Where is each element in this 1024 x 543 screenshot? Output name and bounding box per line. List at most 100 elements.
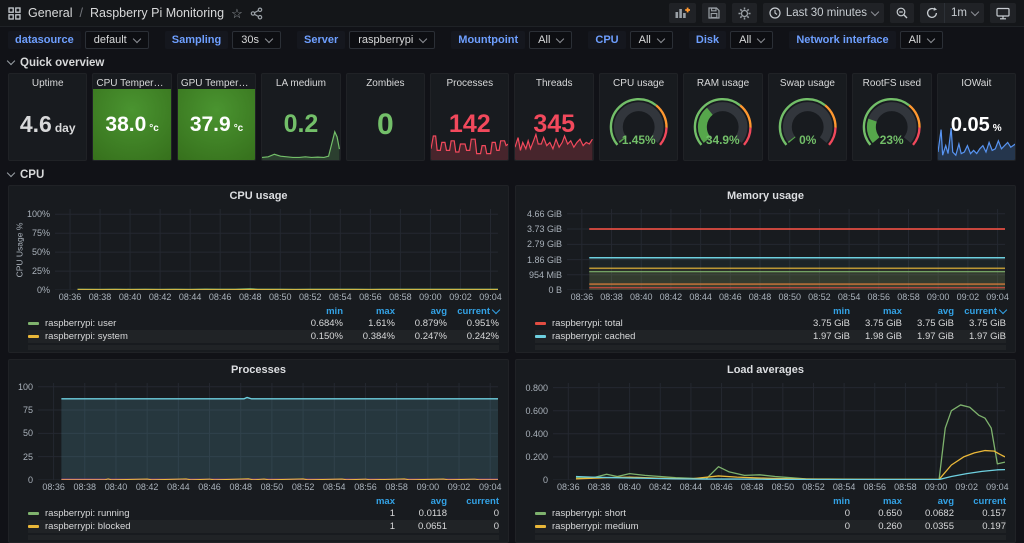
legend-column-min[interactable]: min	[798, 496, 850, 507]
panel-title[interactable]: CPU usage	[14, 188, 503, 205]
legend-column-max[interactable]: max	[850, 496, 902, 507]
legend-series-toggle[interactable]: raspberrypi: system	[28, 331, 128, 342]
panel-title[interactable]: CPU Temperat…	[93, 74, 170, 89]
legend-value: 3.75 GiB	[954, 318, 1006, 329]
x-tick-label: 08:36	[566, 292, 598, 302]
x-tick-label: 08:54	[318, 482, 350, 492]
panel-title[interactable]: Uptime	[9, 74, 86, 89]
legend-value-text: 0.0118	[419, 508, 447, 519]
legend-value: 3.75 GiB	[798, 318, 850, 329]
x-tick-label: 08:36	[552, 482, 584, 492]
series-line	[576, 405, 1005, 479]
panel-title[interactable]: Swap usage	[769, 74, 846, 89]
chart-area: 00.2000.4000.6000.80008:3608:3808:4008:4…	[521, 379, 1010, 494]
dashboard-grid-icon[interactable]	[8, 7, 21, 20]
section-quick-overview[interactable]: Quick overview	[0, 55, 1024, 70]
breadcrumb-root[interactable]: General	[28, 6, 72, 20]
star-icon[interactable]: ☆	[231, 7, 243, 20]
series-color-swatch	[28, 322, 39, 325]
legend-column-avg[interactable]: avg	[902, 496, 954, 507]
variable-value-text: All	[909, 34, 921, 46]
legend-column-current[interactable]: current	[447, 496, 499, 507]
variable-value-dropdown[interactable]: 30s	[232, 31, 281, 49]
save-dashboard-button[interactable]	[702, 3, 726, 23]
legend-column-max[interactable]: max	[343, 496, 395, 507]
legend-header: minmaxavgcurrent	[28, 305, 499, 317]
stat-value-number: 38.0	[105, 114, 146, 135]
zoom-out-button[interactable]	[890, 3, 914, 23]
variable-value-dropdown[interactable]: All	[900, 31, 943, 49]
panel-title[interactable]: IOWait	[938, 74, 1015, 89]
variable-value-dropdown[interactable]: default	[85, 31, 149, 49]
legend-series-toggle[interactable]: raspberrypi: short	[535, 508, 626, 519]
legend-column-label: max	[883, 496, 902, 507]
legend-column-avg[interactable]: avg	[902, 306, 954, 317]
refresh-icon	[926, 7, 938, 19]
panel-title[interactable]: Threads	[515, 74, 592, 89]
legend-value: 0.150%	[291, 331, 343, 342]
variable-value-dropdown[interactable]: All	[730, 31, 773, 49]
share-icon[interactable]	[250, 7, 263, 20]
x-tick-label: 08:54	[828, 482, 860, 492]
variable-value-dropdown[interactable]: All	[630, 31, 673, 49]
x-tick-label: 08:58	[384, 292, 416, 302]
legend-column-avg[interactable]: avg	[395, 306, 447, 317]
legend-value-text: 3.75 GiB	[969, 318, 1006, 329]
legend-column-max[interactable]: max	[850, 306, 902, 317]
legend-series-toggle[interactable]: raspberrypi: medium	[535, 521, 639, 532]
legend-column-label: current	[466, 496, 499, 507]
panel-title[interactable]: Memory usage	[521, 188, 1010, 205]
panel-title[interactable]: Processes	[14, 362, 503, 379]
chart-area: 0 B954 MiB1.86 GiB2.79 GiB3.73 GiB4.66 G…	[521, 205, 1010, 304]
stat-panel-gpu-temperat: GPU Temperat…37.9°c	[177, 73, 256, 161]
legend-series-toggle[interactable]: raspberrypi: running	[28, 508, 130, 519]
variable-value-dropdown[interactable]: All	[529, 31, 572, 49]
kiosk-mode-button[interactable]	[990, 3, 1016, 23]
variable-label: CPU	[588, 31, 625, 49]
legend-column-min[interactable]: min	[291, 306, 343, 317]
stat-value: 4.6day	[20, 113, 76, 136]
stat-value-number: 37.9	[190, 114, 231, 135]
add-panel-button[interactable]	[669, 3, 696, 23]
x-tick-label: 08:50	[264, 292, 296, 302]
legend-series-toggle[interactable]: raspberrypi: cached	[535, 331, 635, 342]
legend-column-current[interactable]: current	[954, 496, 1006, 507]
legend-column-max[interactable]: max	[343, 306, 395, 317]
stat-value: 0.05%	[951, 115, 1002, 135]
legend-series-toggle[interactable]: raspberrypi: user	[28, 318, 116, 329]
section-cpu[interactable]: CPU	[0, 167, 1024, 182]
panel-title[interactable]: RAM usage	[684, 74, 761, 89]
x-tick-label: 08:44	[675, 482, 707, 492]
time-range-picker[interactable]: Last 30 minutes	[763, 3, 884, 23]
dashboard-settings-button[interactable]	[732, 3, 757, 23]
legend-column-label: min	[833, 306, 850, 317]
legend-column-avg[interactable]: avg	[395, 496, 447, 507]
legend-column-current[interactable]: current	[447, 306, 499, 317]
gauge: 34.9%	[684, 97, 761, 153]
legend-value-text: 0.150%	[311, 331, 343, 342]
legend-value-text: 0.260	[878, 521, 902, 532]
refresh-button[interactable]	[920, 3, 945, 23]
panel-title[interactable]: GPU Temperat…	[178, 74, 255, 89]
panel-title[interactable]: Load averages	[521, 362, 1010, 379]
panel-title[interactable]: CPU usage	[600, 74, 677, 89]
legend-column-label: avg	[938, 306, 954, 317]
panel-title[interactable]: Zombies	[347, 74, 424, 89]
legend-series-toggle[interactable]: raspberrypi: total	[535, 318, 623, 329]
legend-series-toggle[interactable]: raspberrypi: blocked	[28, 521, 131, 532]
panel-title[interactable]: LA medium	[262, 74, 339, 89]
legend-value: 0.242%	[447, 331, 499, 342]
x-tick-label: 08:48	[225, 482, 257, 492]
page-title[interactable]: Raspberry Pi Monitoring	[90, 6, 224, 20]
legend-column-min[interactable]: min	[798, 306, 850, 317]
x-tick-label: 08:40	[114, 292, 146, 302]
panel-title[interactable]: Processes	[431, 74, 508, 89]
y-tick-label: 100	[18, 382, 33, 392]
legend: minmaxavgcurrentraspberrypi: user0.684%1…	[14, 304, 503, 350]
variable-value-dropdown[interactable]: raspberrypi	[349, 31, 435, 49]
legend-column-current[interactable]: current	[954, 306, 1006, 317]
refresh-interval-dropdown[interactable]: 1m	[945, 3, 984, 23]
x-tick-label: 09:04	[981, 482, 1013, 492]
legend-value: 1.98 GiB	[850, 331, 902, 342]
panel-title[interactable]: RootFS used	[853, 74, 930, 89]
